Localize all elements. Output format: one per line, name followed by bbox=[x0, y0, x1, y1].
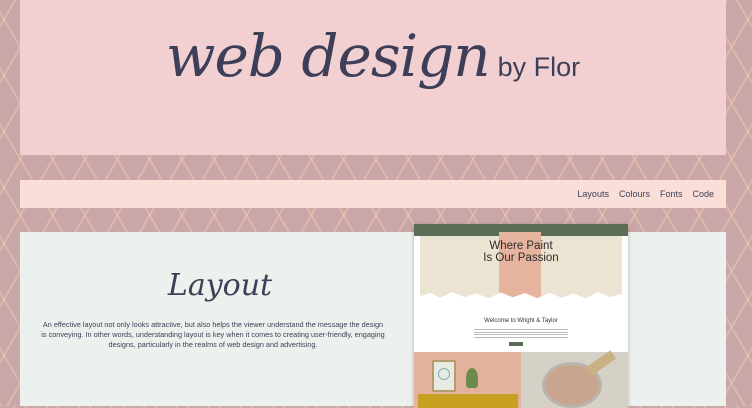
nav-bar: Layouts Colours Fonts Code bbox=[20, 180, 726, 208]
website-preview-image: Where Paint Is Our Passion Welcome to Wr… bbox=[414, 224, 628, 408]
site-title: web design by Flor bbox=[20, 22, 726, 90]
nav-link-colours[interactable]: Colours bbox=[619, 189, 650, 199]
nav-link-fonts[interactable]: Fonts bbox=[660, 189, 683, 199]
site-title-byline: by Flor bbox=[497, 52, 581, 82]
site-title-script: web design bbox=[165, 22, 491, 90]
section-title: Layout bbox=[167, 268, 273, 303]
preview-heading-line2: Is Our Passion bbox=[483, 252, 559, 264]
site-header: web design by Flor bbox=[20, 0, 726, 155]
preview-text-lines bbox=[474, 328, 568, 339]
preview-welcome-text: Welcome to Wright & Taylor bbox=[484, 318, 558, 324]
section-description: An effective layout not only looks attra… bbox=[41, 320, 385, 349]
preview-plant bbox=[466, 368, 478, 388]
nav-link-code[interactable]: Code bbox=[692, 189, 714, 199]
preview-button bbox=[509, 342, 523, 346]
nav-links: Layouts Colours Fonts Code bbox=[577, 180, 714, 208]
preview-frame-art bbox=[438, 368, 450, 380]
preview-heading: Where Paint Is Our Passion bbox=[414, 240, 628, 264]
main-section: Layout An effective layout not only look… bbox=[20, 224, 726, 408]
preview-heading-line1: Where Paint bbox=[489, 240, 553, 252]
nav-link-layouts[interactable]: Layouts bbox=[577, 189, 609, 199]
preview-picture-frame bbox=[432, 360, 456, 392]
